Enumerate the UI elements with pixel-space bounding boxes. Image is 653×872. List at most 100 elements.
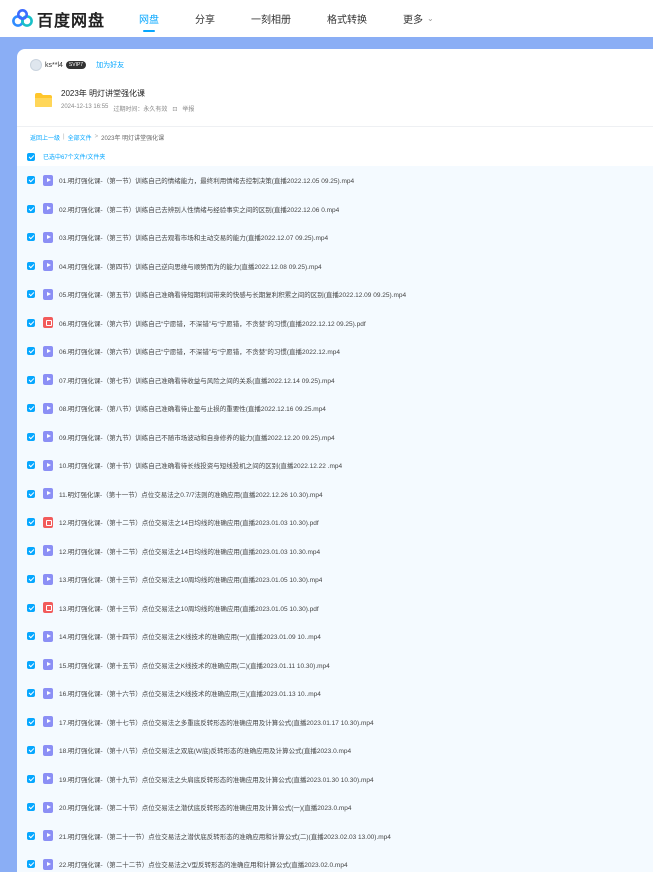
file-row[interactable]: 22.明灯强化课-（第二十二节）点位交易法之V型反转形态的准确应用和计算公式(直… (17, 850, 653, 872)
file-name[interactable]: 12.明灯强化课-（第十二节）点位交易法之14日均线的准确应用(直播2023.0… (59, 517, 319, 527)
breadcrumb-back[interactable]: 返回上一级 (30, 133, 60, 142)
file-name[interactable]: 08.明灯强化课-（第八节）训练自己准确看待止盈与止损的重要性(直播2022.1… (59, 403, 326, 413)
file-checkbox[interactable] (27, 261, 35, 270)
file-name[interactable]: 13.明灯强化课-（第十三节）点位交易法之10周均线的准确应用(直播2023.0… (59, 574, 322, 584)
avatar[interactable] (30, 59, 42, 71)
file-row[interactable]: 07.明灯强化课-（第七节）训练自己准确看待收益与风险之间的关系(直播2022.… (17, 366, 653, 395)
file-name[interactable]: 22.明灯强化课-（第二十二节）点位交易法之V型反转形态的准确应用和计算公式(直… (59, 859, 348, 869)
nav-item[interactable]: 一刻相册 (251, 0, 291, 37)
file-row[interactable]: 16.明灯强化课-（第十六节）点位交易法之K线技术的准确应用(三)(直播2023… (17, 679, 653, 708)
file-row[interactable]: 02.明灯强化课-（第二节）训练自己去辨别人性情绪与经验事实之间的区别(直播20… (17, 195, 653, 224)
file-checkbox[interactable] (27, 432, 35, 441)
share-meta: 2024-12-13 16:55 过期时间：永久有效 ⊡ 举报 (61, 104, 204, 113)
file-name[interactable]: 11.明灯强化课-（第十一节）点位交易法之0.7/7法则的准确应用(直播2022… (59, 489, 323, 499)
file-row[interactable]: 13.明灯强化课-（第十三节）点位交易法之10周均线的准确应用(直播2023.0… (17, 565, 653, 594)
file-checkbox[interactable] (27, 489, 35, 498)
breadcrumb-all-files[interactable]: 全部文件 (68, 133, 92, 142)
file-checkbox[interactable] (27, 318, 35, 327)
file-name[interactable]: 03.明灯强化课-（第三节）训练自己去观看市场和主动交易的能力(直播2022.1… (59, 232, 328, 242)
file-row[interactable]: 18.明灯强化课-（第十八节）点位交易法之双底(W底)反转形态的准确应用及计算公… (17, 736, 653, 765)
file-checkbox[interactable] (27, 176, 35, 185)
file-name[interactable]: 05.明灯强化课-（第五节）训练自己准确看待短期利润带来的快感与长期复利积累之间… (59, 289, 406, 299)
select-all-checkbox[interactable] (27, 152, 35, 161)
file-row[interactable]: 12.明灯强化课-（第十二节）点位交易法之14日均线的准确应用(直播2023.0… (17, 508, 653, 537)
file-checkbox[interactable] (27, 575, 35, 584)
add-friend-link[interactable]: 加为好友 (96, 60, 124, 70)
file-row[interactable]: 13.明灯强化课-（第十三节）点位交易法之10周均线的准确应用(直播2023.0… (17, 594, 653, 623)
file-row[interactable]: 17.明灯强化课-（第十七节）点位交易法之多重底反转形态的准确应用及计算公式(直… (17, 708, 653, 737)
file-checkbox[interactable] (27, 632, 35, 641)
pdf-file-icon (43, 602, 53, 614)
file-checkbox[interactable] (27, 689, 35, 698)
file-checkbox[interactable] (27, 233, 35, 242)
file-checkbox[interactable] (27, 660, 35, 669)
nav-item[interactable]: 分享 (195, 0, 215, 37)
file-name[interactable]: 17.明灯强化课-（第十七节）点位交易法之多重底反转形态的准确应用及计算公式(直… (59, 717, 374, 727)
file-row[interactable]: 03.明灯强化课-（第三节）训练自己去观看市场和主动交易的能力(直播2022.1… (17, 223, 653, 252)
breadcrumb-separator: | (63, 134, 65, 140)
file-checkbox[interactable] (27, 603, 35, 612)
file-name[interactable]: 07.明灯强化课-（第七节）训练自己准确看待收益与风险之间的关系(直播2022.… (59, 375, 335, 385)
file-row[interactable]: 01.明灯强化课-（第一节）训练自己的情绪能力，最终利用情绪去控制决策(直播20… (17, 166, 653, 195)
file-row[interactable]: 11.明灯强化课-（第十一节）点位交易法之0.7/7法则的准确应用(直播2022… (17, 480, 653, 509)
file-row[interactable]: 06.明灯强化课-（第六节）训练自己“宁愿错，不深错”与“宁愿错，不贪婪”的习惯… (17, 309, 653, 338)
file-row[interactable]: 21.明灯强化课-（第二十一节）点位交易法之潜伏底反转形态的准确应用和计算公式(… (17, 822, 653, 851)
file-checkbox[interactable] (27, 803, 35, 812)
video-file-icon (43, 659, 53, 671)
file-name[interactable]: 21.明灯强化课-（第二十一节）点位交易法之潜伏底反转形态的准确应用和计算公式(… (59, 831, 391, 841)
file-name[interactable]: 12.明灯强化课-（第十二节）点位交易法之14日均线的准确应用(直播2023.0… (59, 546, 320, 556)
sharer-name[interactable]: ks**l4 (45, 62, 63, 69)
file-row[interactable]: 08.明灯强化课-（第八节）训练自己准确看待止盈与止损的重要性(直播2022.1… (17, 394, 653, 423)
file-checkbox[interactable] (27, 831, 35, 840)
file-row[interactable]: 09.明灯强化课-（第九节）训练自己不随市场波动和自身修养的能力(直播2022.… (17, 423, 653, 452)
video-file-icon (43, 744, 53, 756)
file-row[interactable]: 10.明灯强化课-（第十节）训练自己准确看待长线投资与短线投机之间的区别(直播2… (17, 451, 653, 480)
baidu-netdisk-logo[interactable]: 百度网盘 (12, 7, 105, 31)
video-file-icon (43, 431, 53, 443)
nav-item-label: 一刻相册 (251, 15, 292, 26)
file-name[interactable]: 15.明灯强化课-（第十五节）点位交易法之K线技术的准确应用(二)(直播2023… (59, 660, 330, 670)
file-row[interactable]: 05.明灯强化课-（第五节）训练自己准确看待短期利润带来的快感与长期复利积累之间… (17, 280, 653, 309)
file-checkbox[interactable] (27, 404, 35, 413)
file-name[interactable]: 20.明灯强化课-（第二十节）点位交易法之潜伏底反转形态的准确应用及计算公式(一… (59, 802, 352, 812)
file-checkbox[interactable] (27, 290, 35, 299)
file-checkbox[interactable] (27, 375, 35, 384)
nav-item[interactable]: 更多 ⌄ (403, 0, 434, 37)
file-checkbox[interactable] (27, 518, 35, 527)
file-name[interactable]: 04.明灯强化课-（第四节）训练自己逆向思维与顺势而为的能力(直播2022.12… (59, 261, 322, 271)
file-name[interactable]: 16.明灯强化课-（第十六节）点位交易法之K线技术的准确应用(三)(直播2023… (59, 688, 321, 698)
file-row[interactable]: 06.明灯强化课-（第六节）训练自己“宁愿错，不深错”与“宁愿错，不贪婪”的习惯… (17, 337, 653, 366)
file-name[interactable]: 13.明灯强化课-（第十三节）点位交易法之10周均线的准确应用(直播2023.0… (59, 603, 319, 613)
file-checkbox[interactable] (27, 347, 35, 356)
file-name[interactable]: 09.明灯强化课-（第九节）训练自己不随市场波动和自身修养的能力(直播2022.… (59, 432, 335, 442)
video-file-icon (43, 630, 53, 642)
file-name[interactable]: 14.明灯强化课-（第十四节）点位交易法之K线技术的准确应用(一)(直播2023… (59, 631, 321, 641)
file-name[interactable]: 18.明灯强化课-（第十八节）点位交易法之双底(W底)反转形态的准确应用及计算公… (59, 745, 351, 755)
file-row[interactable]: 12.明灯强化课-（第十二节）点位交易法之14日均线的准确应用(直播2023.0… (17, 537, 653, 566)
file-name[interactable]: 01.明灯强化课-（第一节）训练自己的情绪能力，最终利用情绪去控制决策(直播20… (59, 175, 354, 185)
file-row[interactable]: 14.明灯强化课-（第十四节）点位交易法之K线技术的准确应用(一)(直播2023… (17, 622, 653, 651)
file-name[interactable]: 06.明灯强化课-（第六节）训练自己“宁愿错，不深错”与“宁愿错，不贪婪”的习惯… (59, 318, 366, 328)
file-row[interactable]: 15.明灯强化课-（第十五节）点位交易法之K线技术的准确应用(二)(直播2023… (17, 651, 653, 680)
file-checkbox[interactable] (27, 774, 35, 783)
file-checkbox[interactable] (27, 860, 35, 869)
report-link[interactable]: ⊡ 举报 (172, 104, 199, 113)
file-name[interactable]: 10.明灯强化课-（第十节）训练自己准确看待长线投资与短线投机之间的区别(直播2… (59, 460, 342, 470)
file-name[interactable]: 06.明灯强化课-（第六节）训练自己“宁愿错，不深错”与“宁愿错，不贪婪”的习惯… (59, 346, 340, 356)
file-checkbox[interactable] (27, 461, 35, 470)
nav-item[interactable]: 网盘 (139, 0, 159, 37)
breadcrumb: 返回上一级 | 全部文件 > 2023年 明灯讲堂强化课 (17, 127, 653, 147)
file-name[interactable]: 02.明灯强化课-（第二节）训练自己去辨别人性情绪与经验事实之间的区别(直播20… (59, 204, 339, 214)
file-row[interactable]: 04.明灯强化课-（第四节）训练自己逆向思维与顺势而为的能力(直播2022.12… (17, 252, 653, 281)
file-checkbox[interactable] (27, 546, 35, 555)
video-file-icon (43, 801, 53, 813)
file-checkbox[interactable] (27, 717, 35, 726)
file-row[interactable]: 19.明灯强化课-（第十九节）点位交易法之头肩底反转形态的准确应用及计算公式(直… (17, 765, 653, 794)
file-checkbox[interactable] (27, 204, 35, 213)
file-row[interactable]: 20.明灯强化课-（第二十节）点位交易法之潜伏底反转形态的准确应用及计算公式(一… (17, 793, 653, 822)
brand-name: 百度网盘 (37, 12, 106, 30)
nav-item-label: 分享 (195, 15, 216, 26)
file-name[interactable]: 19.明灯强化课-（第十九节）点位交易法之头肩底反转形态的准确应用及计算公式(直… (59, 774, 374, 784)
file-checkbox[interactable] (27, 746, 35, 755)
nav-item[interactable]: 格式转换 (327, 0, 367, 37)
